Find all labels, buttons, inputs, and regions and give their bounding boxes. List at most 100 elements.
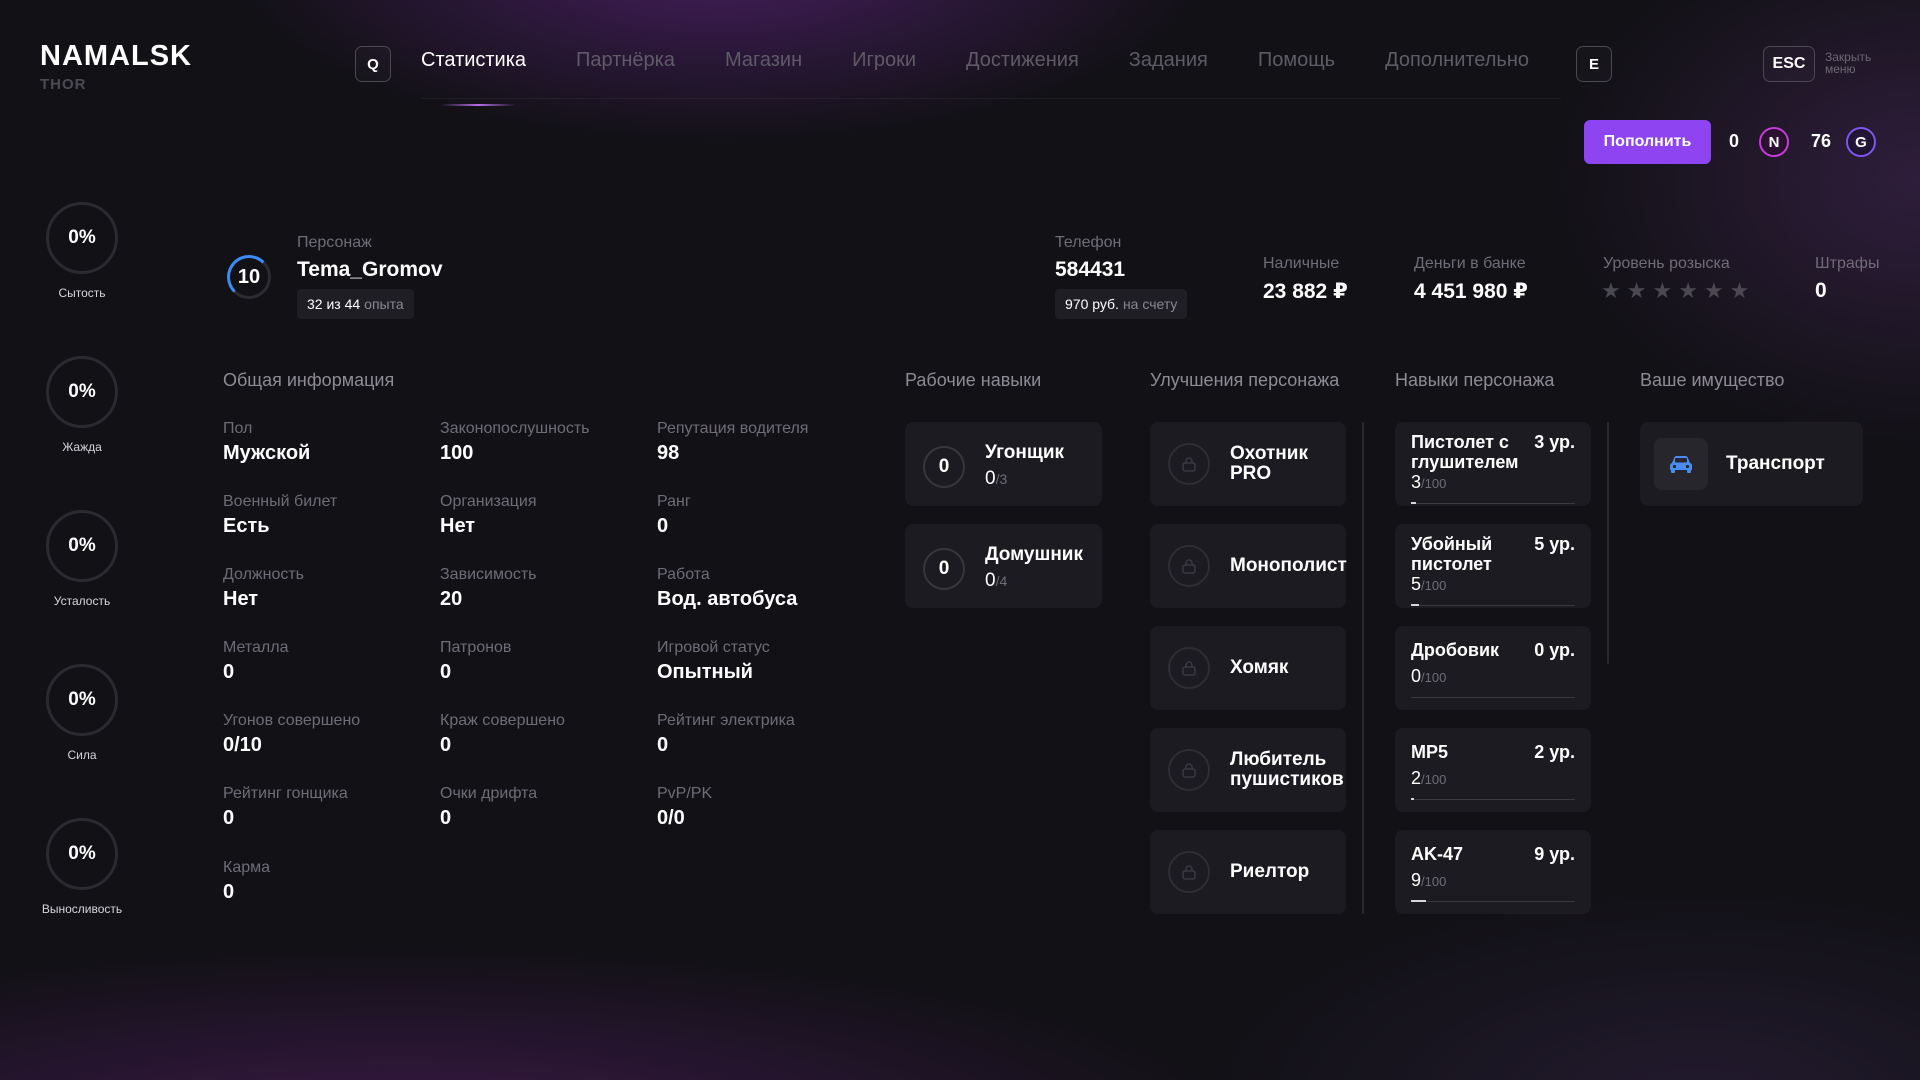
- skill-progress: 0/100: [1411, 666, 1446, 687]
- tab-quests[interactable]: Задания: [1129, 49, 1208, 72]
- info-label: Угонов совершено: [223, 712, 361, 729]
- wanted-star-icon: ★: [1601, 278, 1621, 303]
- phone-balance-pill: 970 руб. на счету: [1055, 289, 1188, 319]
- need-label: Сила: [67, 748, 97, 762]
- wanted-stars: ★ ★ ★ ★ ★ ★: [1601, 280, 1749, 302]
- need-endurance: 0% Выносливость: [40, 818, 124, 916]
- skill-name: AK-47: [1411, 844, 1464, 864]
- skill-deadly-pistol: Убойный пистолет 5 ур. 5/100: [1395, 524, 1591, 608]
- upgrade-hunter-pro[interactable]: Охотник PRO: [1150, 422, 1346, 506]
- skill-progress-value: 3: [1411, 472, 1422, 492]
- info-value: 0: [223, 807, 235, 829]
- skill-progress-fill: [1411, 502, 1416, 504]
- skill-progress-fill: [1411, 900, 1426, 902]
- tab-extra[interactable]: Дополнительно: [1385, 49, 1529, 72]
- upgrade-name: Охотник PRO: [1230, 443, 1308, 484]
- need-label: Усталость: [53, 594, 111, 608]
- info-value: 0: [657, 734, 669, 756]
- info-value: 100: [440, 442, 474, 464]
- car-icon: [1654, 438, 1708, 490]
- work-skill-level: 0: [923, 548, 965, 590]
- skill-progress: 9/100: [1411, 870, 1446, 891]
- tab-shop[interactable]: Магазин: [725, 49, 802, 72]
- info-drift-points: Очки дрифта 0: [440, 785, 640, 830]
- char-skills-title: Навыки персонажа: [1395, 370, 1555, 390]
- info-military-id: Военный билет Есть: [223, 493, 423, 538]
- main-nav: Статистика Партнёрка Магазин Игроки Дост…: [421, 49, 1529, 106]
- info-ammo: Патронов 0: [440, 639, 640, 684]
- next-tab-key[interactable]: E: [1576, 46, 1612, 82]
- skill-mp5: MP5 2 ур. 2/100: [1395, 728, 1591, 812]
- skill-name: Убойный пистолет: [1411, 534, 1493, 574]
- work-skills-title: Рабочие навыки: [905, 370, 1042, 390]
- skill-ak47: AK-47 9 ур. 9/100: [1395, 830, 1591, 914]
- work-skill-progress: 0/4: [985, 570, 1007, 592]
- info-value: 0: [223, 881, 235, 903]
- info-value: 0: [657, 515, 669, 537]
- skill-progress-value: 0: [1411, 666, 1422, 686]
- info-label: Должность: [223, 566, 304, 583]
- lock-icon: [1168, 851, 1210, 893]
- work-skill-burglar[interactable]: 0 Домушник 0/4: [905, 524, 1102, 608]
- bank-value: 4 451 980 ₽: [1414, 280, 1528, 303]
- info-label: Краж совершено: [440, 712, 565, 729]
- property-name: Транспорт: [1726, 453, 1825, 474]
- upgrade-name: Хомяк: [1230, 657, 1289, 678]
- wanted-star-icon: ★: [1678, 278, 1698, 303]
- info-label: Военный билет: [223, 493, 338, 510]
- need-label: Сытость: [58, 286, 106, 300]
- skill-shotgun: Дробовик 0 ур. 0/100: [1395, 626, 1591, 710]
- info-value: Вод. автобуса: [657, 588, 798, 610]
- need-fatigue: 0% Усталость: [40, 510, 124, 608]
- skill-progress-value: 9: [1411, 870, 1422, 890]
- wanted-label: Уровень розыска: [1603, 255, 1730, 272]
- close-menu-label[interactable]: Закрыть меню: [1825, 51, 1895, 75]
- tab-help[interactable]: Помощь: [1258, 49, 1335, 72]
- skill-level: 5 ур.: [1534, 534, 1575, 554]
- info-racer-rating: Рейтинг гонщика 0: [223, 785, 423, 830]
- upgrade-realtor[interactable]: Риелтор: [1150, 830, 1346, 914]
- need-label: Жажда: [62, 440, 102, 454]
- skill-progress-bar: [1411, 604, 1575, 606]
- skill-progress-bar: [1411, 900, 1575, 902]
- tab-players[interactable]: Игроки: [852, 49, 916, 72]
- prev-tab-key[interactable]: Q: [355, 46, 391, 82]
- info-label: Карма: [223, 859, 271, 876]
- tab-statistics[interactable]: Статистика: [421, 49, 526, 106]
- character-label: Персонаж: [297, 234, 372, 251]
- info-value: 0/0: [657, 807, 685, 829]
- skill-progress-max: /100: [1421, 874, 1447, 889]
- tab-partner[interactable]: Партнёрка: [576, 49, 675, 72]
- upgrade-name: Монополист: [1230, 555, 1347, 576]
- skill-progress: 5/100: [1411, 574, 1446, 595]
- skill-progress-max: /100: [1421, 772, 1447, 787]
- need-label: Выносливость: [41, 902, 123, 916]
- skill-progress-max: /100: [1421, 670, 1447, 685]
- skill-progress-max: /100: [1421, 578, 1447, 593]
- work-skill-car-thief[interactable]: 0 Угонщик 0/3: [905, 422, 1102, 506]
- wanted-star-icon: ★: [1626, 278, 1647, 303]
- upgrades-title: Улучшения персонажа: [1150, 370, 1340, 390]
- upgrades-scrollbar[interactable]: [1362, 422, 1364, 914]
- upgrade-fluffy-lover[interactable]: Любитель пушистиков: [1150, 728, 1346, 812]
- character-level-ring: 10: [227, 255, 271, 299]
- skill-progress-value: 2: [1411, 768, 1422, 788]
- skills-scrollbar[interactable]: [1607, 422, 1609, 664]
- skill-progress-bar: [1411, 502, 1575, 504]
- tab-achievements[interactable]: Достижения: [966, 49, 1079, 72]
- info-label: Рейтинг гонщика: [223, 785, 348, 802]
- info-game-status: Игровой статус Опытный: [657, 639, 857, 684]
- skill-name: Пистолет с глушителем: [1411, 432, 1519, 472]
- bank-label: Деньги в банке: [1414, 255, 1526, 272]
- topup-button[interactable]: Пополнить: [1584, 120, 1711, 164]
- info-label: Работа: [657, 566, 710, 583]
- upgrade-monopolist[interactable]: Монополист: [1150, 524, 1347, 608]
- info-value: Нет: [223, 588, 259, 610]
- work-skill-level: 0: [923, 446, 965, 488]
- upgrade-hamster[interactable]: Хомяк: [1150, 626, 1346, 710]
- info-gender: Пол Мужской: [223, 420, 423, 465]
- esc-key[interactable]: ESC: [1763, 46, 1815, 82]
- property-transport[interactable]: Транспорт: [1640, 422, 1863, 506]
- skill-progress-max: /100: [1421, 476, 1447, 491]
- info-value: 98: [657, 442, 680, 464]
